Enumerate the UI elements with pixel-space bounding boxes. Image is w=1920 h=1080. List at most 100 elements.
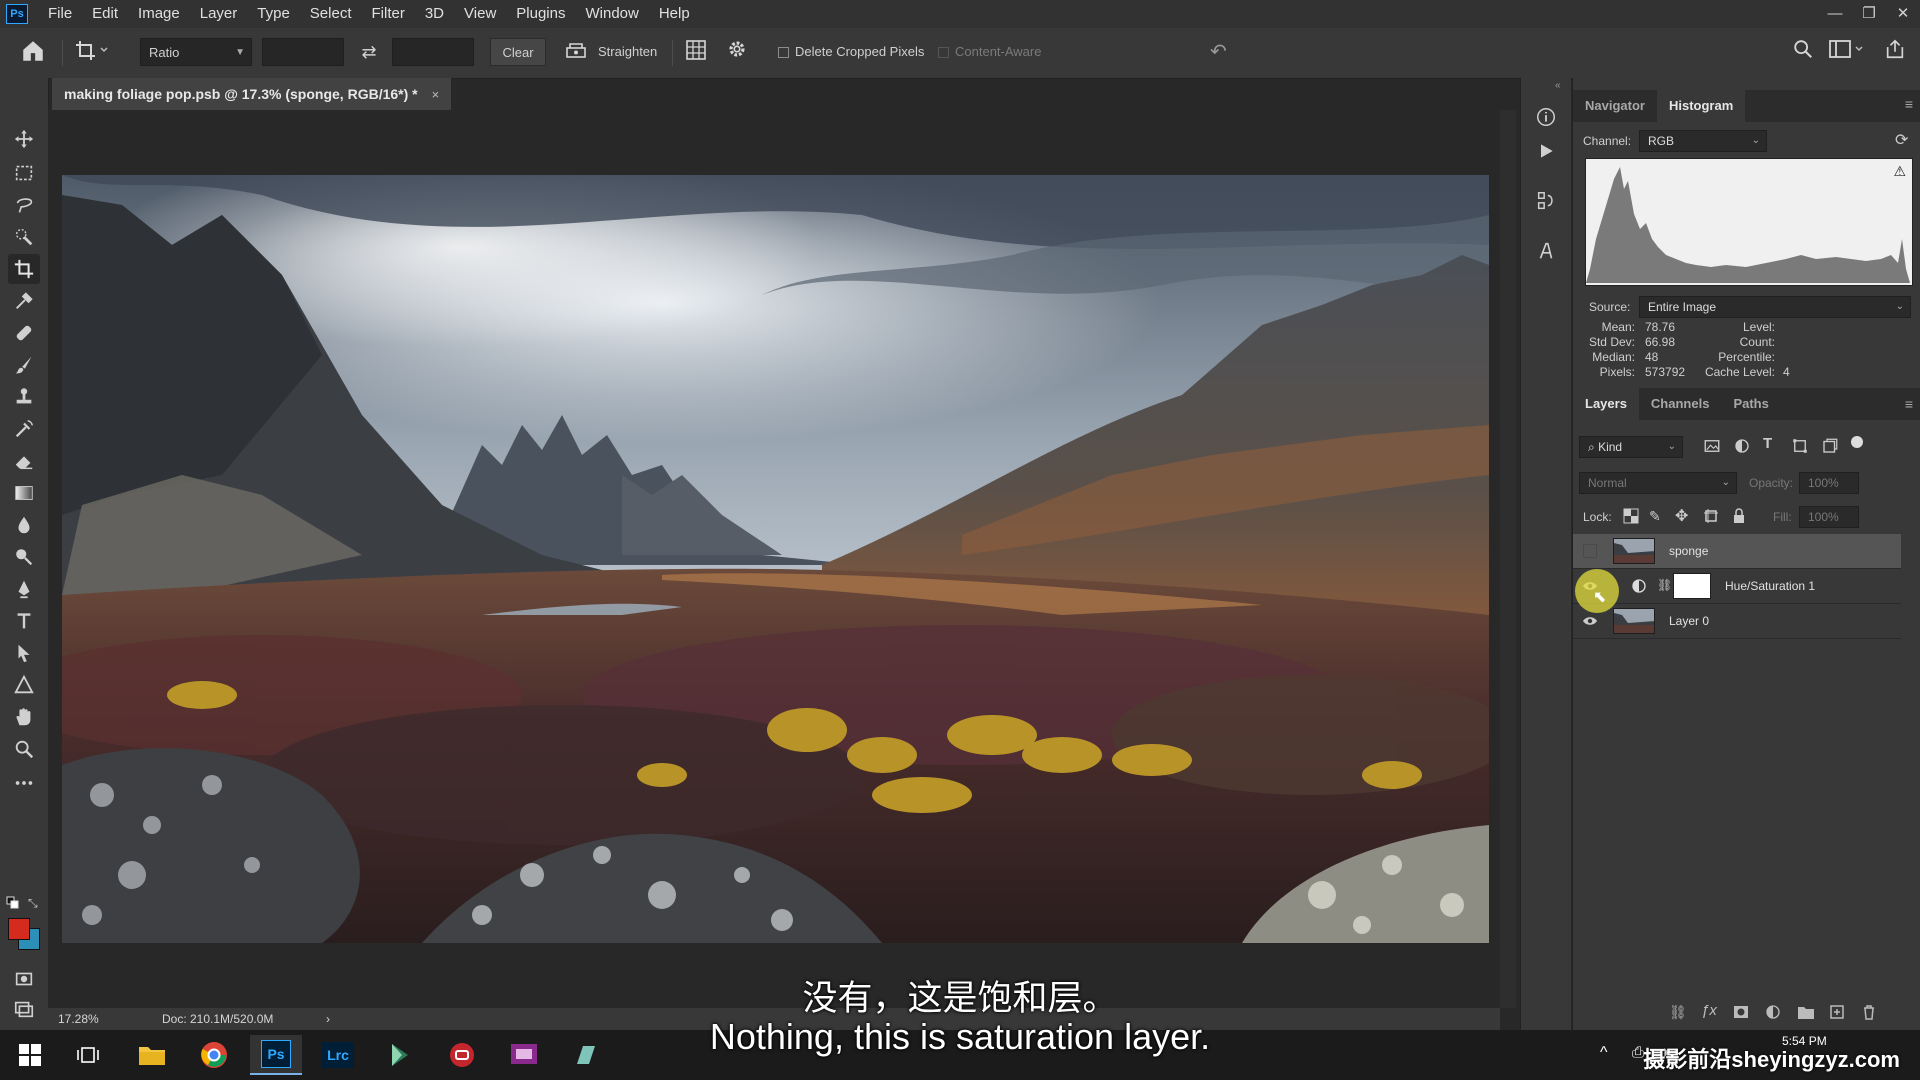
right-panels: Navigator Histogram ≡ Channel: RGB ⌄ ⟳ ⚠ … xyxy=(1572,78,1920,1030)
reset-icon[interactable]: ↶ xyxy=(1210,38,1238,66)
quick-selection-tool-icon[interactable] xyxy=(8,222,40,252)
warning-icon[interactable]: ⚠ xyxy=(1893,163,1906,180)
opacity-input: 100% xyxy=(1799,472,1859,494)
chevron-down-icon: ⌄ xyxy=(1721,477,1730,488)
menu-plugins[interactable]: Plugins xyxy=(506,0,575,28)
minimize-button[interactable]: — xyxy=(1818,0,1852,28)
menu-type[interactable]: Type xyxy=(247,0,300,28)
character-icon[interactable] xyxy=(1533,238,1559,264)
pen-tool-icon[interactable] xyxy=(8,574,40,604)
visibility-toggle[interactable] xyxy=(1581,542,1599,560)
lock-all-icon[interactable] xyxy=(1731,508,1747,524)
restore-button[interactable]: ❐ xyxy=(1852,0,1886,28)
gear-icon[interactable] xyxy=(726,38,754,66)
home-icon[interactable] xyxy=(20,38,50,66)
shape-tool-icon[interactable] xyxy=(8,670,40,700)
filter-type-icon[interactable]: T xyxy=(1763,435,1772,452)
filter-shape-icon[interactable] xyxy=(1791,437,1809,455)
foreground-color-swatch[interactable] xyxy=(8,918,30,940)
crop-preset-icon[interactable] xyxy=(74,38,120,66)
eraser-tool-icon[interactable] xyxy=(8,446,40,476)
link-icon[interactable]: ⛓ xyxy=(1657,578,1672,592)
delete-cropped-checkbox[interactable]: Delete Cropped Pixels xyxy=(778,38,924,66)
history-icon[interactable] xyxy=(1533,188,1559,214)
menu-view[interactable]: View xyxy=(454,0,506,28)
history-brush-tool-icon[interactable] xyxy=(8,414,40,444)
marquee-tool-icon[interactable] xyxy=(8,158,40,188)
panel-menu-icon[interactable]: ≡ xyxy=(1905,396,1913,412)
share-icon[interactable] xyxy=(1884,38,1910,66)
collapse-arrows-icon[interactable]: « xyxy=(1555,80,1561,91)
search-icon[interactable] xyxy=(1792,38,1818,66)
gradient-tool-icon[interactable] xyxy=(8,478,40,508)
close-button[interactable]: ✕ xyxy=(1886,0,1920,28)
height-input[interactable] xyxy=(392,38,474,66)
more-tools-icon[interactable] xyxy=(8,768,40,798)
panel-menu-icon[interactable]: ≡ xyxy=(1905,96,1913,112)
layer-filter-select[interactable]: ⌕ Kind ⌄ xyxy=(1579,436,1683,458)
dodge-tool-icon[interactable] xyxy=(8,542,40,572)
landscape-photo[interactable] xyxy=(62,175,1489,943)
zoom-tool-icon[interactable] xyxy=(8,734,40,764)
straighten-icon[interactable] xyxy=(564,38,590,66)
layer-row-sponge[interactable]: sponge xyxy=(1573,534,1901,569)
filter-smart-object-icon[interactable] xyxy=(1821,437,1839,455)
actions-play-icon[interactable] xyxy=(1533,138,1559,164)
hand-tool-icon[interactable] xyxy=(8,702,40,732)
blur-tool-icon[interactable] xyxy=(8,510,40,540)
clear-button[interactable]: Clear xyxy=(490,38,546,66)
menu-3d[interactable]: 3D xyxy=(415,0,454,28)
crop-tool-icon[interactable] xyxy=(8,254,40,284)
tab-layers[interactable]: Layers xyxy=(1573,388,1639,420)
document-tab[interactable]: making foliage pop.psb @ 17.3% (sponge, … xyxy=(52,78,452,110)
default-colors-icon[interactable] xyxy=(6,896,20,910)
lasso-tool-icon[interactable] xyxy=(8,190,40,220)
layer-row-hue-saturation[interactable]: ⬉ ⛓ Hue/Saturation 1 xyxy=(1573,569,1901,613)
type-tool-icon[interactable] xyxy=(8,606,40,636)
layer-row-layer-0[interactable]: Layer 0 xyxy=(1573,604,1901,639)
ratio-select[interactable]: Ratio ▼ xyxy=(140,38,252,66)
brush-tool-icon[interactable] xyxy=(8,350,40,380)
menu-filter[interactable]: Filter xyxy=(362,0,415,28)
options-bar: Ratio ▼ ⇄ Clear Straighten Delete Croppe… xyxy=(0,28,1920,79)
overlay-grid-icon[interactable] xyxy=(684,38,712,66)
healing-brush-tool-icon[interactable] xyxy=(8,318,40,348)
lock-transparent-icon[interactable] xyxy=(1623,508,1639,524)
lock-pixels-icon[interactable]: ✎ xyxy=(1649,508,1661,525)
close-tab-icon[interactable]: × xyxy=(432,87,440,102)
move-tool-icon[interactable] xyxy=(8,124,40,154)
swap-icon[interactable]: ⇄ xyxy=(356,38,382,66)
filter-adjustment-icon[interactable] xyxy=(1733,437,1751,455)
straighten-label[interactable]: Straighten xyxy=(598,38,657,66)
source-select[interactable]: Entire Image ⌄ xyxy=(1639,296,1911,318)
layer-name: Hue/Saturation 1 xyxy=(1725,579,1816,593)
tab-histogram[interactable]: Histogram xyxy=(1656,90,1746,122)
eyedropper-tool-icon[interactable] xyxy=(8,286,40,316)
clone-stamp-tool-icon[interactable] xyxy=(8,382,40,412)
channel-select[interactable]: RGB ⌄ xyxy=(1639,130,1767,152)
tab-paths[interactable]: Paths xyxy=(1721,388,1780,420)
lock-position-icon[interactable]: ✥ xyxy=(1675,506,1688,526)
vertical-scrollbar[interactable] xyxy=(1500,110,1516,1008)
menu-layer[interactable]: Layer xyxy=(190,0,248,28)
menu-select[interactable]: Select xyxy=(300,0,362,28)
filter-toggle-icon[interactable] xyxy=(1851,436,1863,448)
layer-mask-thumbnail[interactable] xyxy=(1673,573,1711,599)
workspace-icon[interactable] xyxy=(1828,38,1868,66)
filter-pixel-icon[interactable] xyxy=(1703,437,1721,455)
refresh-icon[interactable]: ⟳ xyxy=(1895,130,1908,150)
tab-navigator[interactable]: Navigator xyxy=(1573,90,1657,122)
menu-window[interactable]: Window xyxy=(575,0,648,28)
menu-image[interactable]: Image xyxy=(128,0,190,28)
eye-icon[interactable] xyxy=(1581,612,1599,630)
swap-colors-icon[interactable]: ⤡ xyxy=(28,896,42,910)
lock-artboard-icon[interactable] xyxy=(1703,508,1719,524)
tab-channels[interactable]: Channels xyxy=(1639,388,1722,420)
menu-edit[interactable]: Edit xyxy=(82,0,128,28)
path-selection-tool-icon[interactable] xyxy=(8,638,40,668)
width-input[interactable] xyxy=(262,38,344,66)
info-icon[interactable] xyxy=(1533,104,1559,130)
histogram-graph: ⚠ xyxy=(1585,158,1913,286)
menu-help[interactable]: Help xyxy=(649,0,700,28)
menu-file[interactable]: File xyxy=(38,0,82,28)
